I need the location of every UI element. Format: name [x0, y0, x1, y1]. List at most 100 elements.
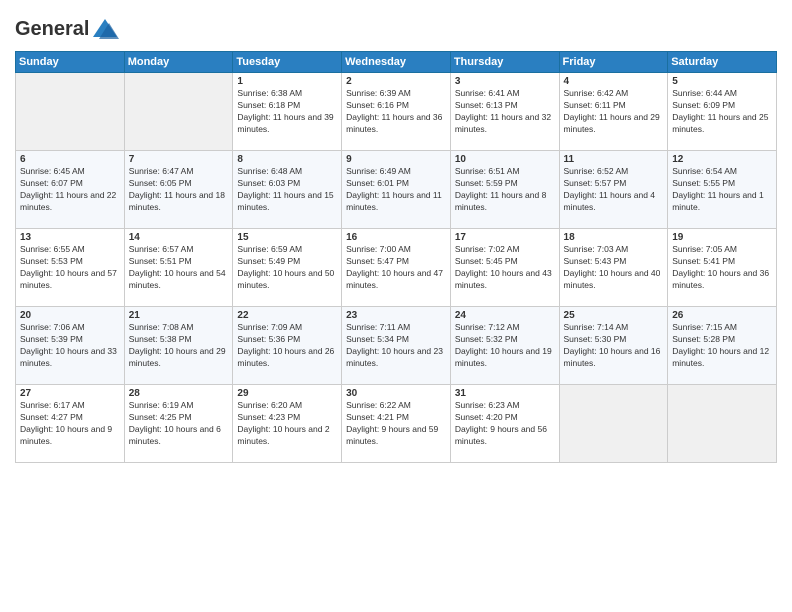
week-row-2: 6Sunrise: 6:45 AMSunset: 6:07 PMDaylight…: [16, 151, 777, 229]
day-info: Sunrise: 7:11 AMSunset: 5:34 PMDaylight:…: [346, 322, 446, 370]
day-number: 3: [455, 76, 555, 87]
calendar-page: General SundayMondayTuesdayWednesdayThur…: [0, 0, 792, 612]
day-cell: 22Sunrise: 7:09 AMSunset: 5:36 PMDayligh…: [233, 307, 342, 385]
day-cell: [16, 73, 125, 151]
day-number: 23: [346, 310, 446, 321]
day-cell: 6Sunrise: 6:45 AMSunset: 6:07 PMDaylight…: [16, 151, 125, 229]
day-number: 18: [564, 232, 664, 243]
day-number: 30: [346, 388, 446, 399]
day-number: 12: [672, 154, 772, 165]
day-info: Sunrise: 7:15 AMSunset: 5:28 PMDaylight:…: [672, 322, 772, 370]
day-cell: 18Sunrise: 7:03 AMSunset: 5:43 PMDayligh…: [559, 229, 668, 307]
day-cell: 26Sunrise: 7:15 AMSunset: 5:28 PMDayligh…: [668, 307, 777, 385]
day-number: 27: [20, 388, 120, 399]
day-info: Sunrise: 7:00 AMSunset: 5:47 PMDaylight:…: [346, 244, 446, 292]
day-cell: 7Sunrise: 6:47 AMSunset: 6:05 PMDaylight…: [124, 151, 233, 229]
week-row-5: 27Sunrise: 6:17 AMSunset: 4:27 PMDayligh…: [16, 385, 777, 463]
day-info: Sunrise: 6:52 AMSunset: 5:57 PMDaylight:…: [564, 166, 664, 214]
day-cell: 12Sunrise: 6:54 AMSunset: 5:55 PMDayligh…: [668, 151, 777, 229]
col-header-wednesday: Wednesday: [342, 52, 451, 73]
day-cell: 16Sunrise: 7:00 AMSunset: 5:47 PMDayligh…: [342, 229, 451, 307]
col-header-monday: Monday: [124, 52, 233, 73]
day-info: Sunrise: 6:47 AMSunset: 6:05 PMDaylight:…: [129, 166, 229, 214]
day-cell: 8Sunrise: 6:48 AMSunset: 6:03 PMDaylight…: [233, 151, 342, 229]
day-cell: [668, 385, 777, 463]
day-cell: 24Sunrise: 7:12 AMSunset: 5:32 PMDayligh…: [450, 307, 559, 385]
day-number: 17: [455, 232, 555, 243]
day-number: 25: [564, 310, 664, 321]
col-header-thursday: Thursday: [450, 52, 559, 73]
day-cell: 28Sunrise: 6:19 AMSunset: 4:25 PMDayligh…: [124, 385, 233, 463]
col-header-sunday: Sunday: [16, 52, 125, 73]
day-info: Sunrise: 6:49 AMSunset: 6:01 PMDaylight:…: [346, 166, 446, 214]
col-header-saturday: Saturday: [668, 52, 777, 73]
day-number: 4: [564, 76, 664, 87]
day-number: 6: [20, 154, 120, 165]
day-cell: 10Sunrise: 6:51 AMSunset: 5:59 PMDayligh…: [450, 151, 559, 229]
day-info: Sunrise: 7:02 AMSunset: 5:45 PMDaylight:…: [455, 244, 555, 292]
day-cell: 21Sunrise: 7:08 AMSunset: 5:38 PMDayligh…: [124, 307, 233, 385]
day-info: Sunrise: 7:08 AMSunset: 5:38 PMDaylight:…: [129, 322, 229, 370]
day-cell: 5Sunrise: 6:44 AMSunset: 6:09 PMDaylight…: [668, 73, 777, 151]
day-number: 11: [564, 154, 664, 165]
day-info: Sunrise: 7:06 AMSunset: 5:39 PMDaylight:…: [20, 322, 120, 370]
day-info: Sunrise: 7:12 AMSunset: 5:32 PMDaylight:…: [455, 322, 555, 370]
day-cell: 2Sunrise: 6:39 AMSunset: 6:16 PMDaylight…: [342, 73, 451, 151]
day-number: 1: [237, 76, 337, 87]
header: General: [15, 10, 777, 43]
day-info: Sunrise: 6:38 AMSunset: 6:18 PMDaylight:…: [237, 88, 337, 136]
day-cell: 27Sunrise: 6:17 AMSunset: 4:27 PMDayligh…: [16, 385, 125, 463]
day-info: Sunrise: 6:48 AMSunset: 6:03 PMDaylight:…: [237, 166, 337, 214]
day-cell: 3Sunrise: 6:41 AMSunset: 6:13 PMDaylight…: [450, 73, 559, 151]
day-cell: 20Sunrise: 7:06 AMSunset: 5:39 PMDayligh…: [16, 307, 125, 385]
day-number: 5: [672, 76, 772, 87]
calendar-table: SundayMondayTuesdayWednesdayThursdayFrid…: [15, 51, 777, 463]
day-info: Sunrise: 6:51 AMSunset: 5:59 PMDaylight:…: [455, 166, 555, 214]
header-row: SundayMondayTuesdayWednesdayThursdayFrid…: [16, 52, 777, 73]
day-info: Sunrise: 6:59 AMSunset: 5:49 PMDaylight:…: [237, 244, 337, 292]
day-info: Sunrise: 6:45 AMSunset: 6:07 PMDaylight:…: [20, 166, 120, 214]
day-number: 7: [129, 154, 229, 165]
day-cell: 4Sunrise: 6:42 AMSunset: 6:11 PMDaylight…: [559, 73, 668, 151]
day-cell: [124, 73, 233, 151]
day-number: 10: [455, 154, 555, 165]
day-info: Sunrise: 6:57 AMSunset: 5:51 PMDaylight:…: [129, 244, 229, 292]
day-number: 15: [237, 232, 337, 243]
day-info: Sunrise: 6:17 AMSunset: 4:27 PMDaylight:…: [20, 400, 120, 448]
logo-text-general: General: [15, 18, 89, 40]
day-cell: 31Sunrise: 6:23 AMSunset: 4:20 PMDayligh…: [450, 385, 559, 463]
day-info: Sunrise: 6:54 AMSunset: 5:55 PMDaylight:…: [672, 166, 772, 214]
week-row-3: 13Sunrise: 6:55 AMSunset: 5:53 PMDayligh…: [16, 229, 777, 307]
day-number: 26: [672, 310, 772, 321]
day-cell: 17Sunrise: 7:02 AMSunset: 5:45 PMDayligh…: [450, 229, 559, 307]
day-number: 14: [129, 232, 229, 243]
day-number: 9: [346, 154, 446, 165]
day-cell: 13Sunrise: 6:55 AMSunset: 5:53 PMDayligh…: [16, 229, 125, 307]
day-cell: 30Sunrise: 6:22 AMSunset: 4:21 PMDayligh…: [342, 385, 451, 463]
day-number: 21: [129, 310, 229, 321]
day-cell: [559, 385, 668, 463]
day-cell: 9Sunrise: 6:49 AMSunset: 6:01 PMDaylight…: [342, 151, 451, 229]
day-number: 22: [237, 310, 337, 321]
day-number: 28: [129, 388, 229, 399]
day-info: Sunrise: 6:39 AMSunset: 6:16 PMDaylight:…: [346, 88, 446, 136]
day-number: 29: [237, 388, 337, 399]
day-info: Sunrise: 6:55 AMSunset: 5:53 PMDaylight:…: [20, 244, 120, 292]
day-number: 16: [346, 232, 446, 243]
week-row-1: 1Sunrise: 6:38 AMSunset: 6:18 PMDaylight…: [16, 73, 777, 151]
col-header-friday: Friday: [559, 52, 668, 73]
day-number: 24: [455, 310, 555, 321]
day-info: Sunrise: 7:05 AMSunset: 5:41 PMDaylight:…: [672, 244, 772, 292]
day-info: Sunrise: 7:09 AMSunset: 5:36 PMDaylight:…: [237, 322, 337, 370]
day-info: Sunrise: 6:20 AMSunset: 4:23 PMDaylight:…: [237, 400, 337, 448]
day-info: Sunrise: 6:42 AMSunset: 6:11 PMDaylight:…: [564, 88, 664, 136]
day-number: 8: [237, 154, 337, 165]
day-cell: 15Sunrise: 6:59 AMSunset: 5:49 PMDayligh…: [233, 229, 342, 307]
day-cell: 29Sunrise: 6:20 AMSunset: 4:23 PMDayligh…: [233, 385, 342, 463]
day-number: 31: [455, 388, 555, 399]
logo-icon: [91, 15, 119, 43]
day-number: 19: [672, 232, 772, 243]
day-cell: 14Sunrise: 6:57 AMSunset: 5:51 PMDayligh…: [124, 229, 233, 307]
day-info: Sunrise: 6:22 AMSunset: 4:21 PMDaylight:…: [346, 400, 446, 448]
col-header-tuesday: Tuesday: [233, 52, 342, 73]
